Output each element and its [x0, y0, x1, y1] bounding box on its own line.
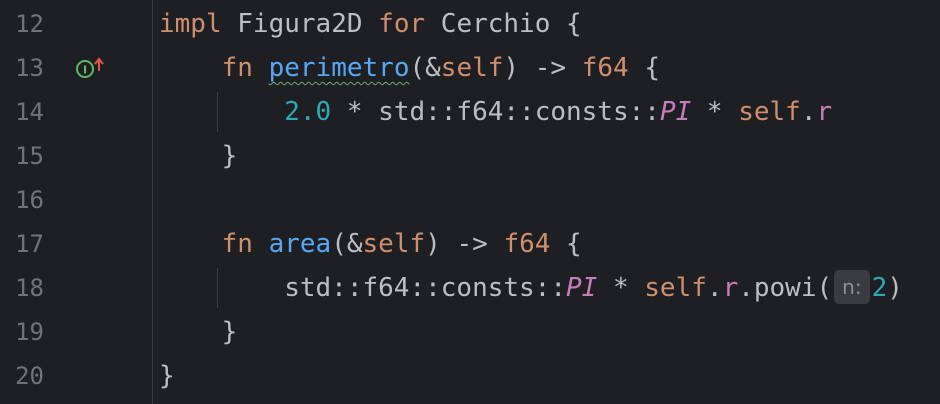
- code-line[interactable]: 16: [0, 178, 940, 222]
- code-token: impl: [159, 9, 222, 39]
- code-token: area: [268, 229, 332, 259]
- line-number: 20: [15, 362, 44, 390]
- code-line[interactable]: 20}: [0, 354, 940, 398]
- code-text[interactable]: }: [159, 134, 238, 178]
- code-text[interactable]: }: [159, 354, 175, 398]
- code-text[interactable]: std::f64::consts::PI * self.r.powi(n: 2): [159, 266, 903, 310]
- code-token: r: [816, 97, 833, 127]
- code-token: ) ->: [503, 53, 582, 83]
- code-token: fn: [221, 53, 253, 83]
- code-text[interactable]: }: [159, 310, 238, 354]
- code-token: 2.0: [284, 97, 332, 127]
- code-line[interactable]: 19 }: [0, 310, 940, 354]
- line-number: 14: [15, 98, 44, 126]
- code-line[interactable]: 17 fn area(&self) -> f64 {: [0, 222, 940, 266]
- code-token: 2: [871, 273, 888, 303]
- code-token: ) ->: [425, 229, 504, 259]
- code-token: * std::f64::consts::: [331, 97, 660, 127]
- line-number: 18: [15, 274, 44, 302]
- code-text[interactable]: fn perimetro(&self) -> f64 {: [159, 46, 660, 90]
- code-token: {: [628, 53, 660, 83]
- code-token: ): [887, 273, 903, 303]
- code-line[interactable]: 13 fn perimetro(&self) -> f64 {: [0, 46, 940, 90]
- code-line[interactable]: 18 std::f64::consts::PI * self.r.powi(n:…: [0, 266, 940, 310]
- code-line[interactable]: 14 2.0 * std::f64::consts::PI * self.r: [0, 90, 940, 134]
- code-token: self: [644, 273, 707, 303]
- code-token: Cerchio {: [425, 9, 582, 39]
- code-token: f64: [503, 229, 551, 259]
- code-token: (&: [409, 53, 441, 83]
- code-text[interactable]: impl Figura2D for Cerchio {: [159, 2, 582, 46]
- code-token: .powi(: [738, 273, 833, 303]
- code-token: r: [722, 273, 739, 303]
- code-token: (&: [331, 229, 363, 259]
- code-token: PI: [659, 97, 692, 127]
- line-number: 15: [15, 142, 44, 170]
- code-token: }: [159, 361, 175, 391]
- code-token: fn: [221, 229, 253, 259]
- line-number: 12: [15, 10, 44, 38]
- code-token: *: [597, 273, 645, 303]
- line-number: 19: [15, 318, 44, 346]
- code-token: {: [550, 229, 582, 259]
- code-token: .: [706, 273, 723, 303]
- code-token: Figura2D: [221, 9, 379, 39]
- code-token: }: [159, 317, 238, 347]
- code-token: self: [440, 53, 504, 83]
- code-token: }: [159, 141, 238, 171]
- line-number: 16: [15, 186, 44, 214]
- code-line[interactable]: 15 }: [0, 134, 940, 178]
- code-line[interactable]: 12 impl Figura2D for Cerchio {: [0, 2, 940, 46]
- line-number: 13: [15, 54, 44, 82]
- code-token: for: [378, 9, 426, 39]
- parameter-hint: n:: [834, 269, 870, 304]
- line-number: 17: [15, 230, 44, 258]
- code-token: std::f64::consts::: [159, 273, 566, 303]
- code-token: *: [691, 97, 739, 127]
- code-token: PI: [566, 273, 598, 303]
- code-token: f64: [581, 53, 629, 83]
- code-text[interactable]: fn area(&self) -> f64 {: [159, 222, 582, 266]
- code-token: .: [800, 97, 817, 127]
- code-editor[interactable]: I 12 impl Figura2D for Cerchio {13 fn per…: [0, 0, 940, 404]
- code-token: self: [362, 229, 426, 259]
- code-token: self: [738, 97, 801, 127]
- code-token: perimetro: [268, 53, 410, 83]
- code-text[interactable]: 2.0 * std::f64::consts::PI * self.r: [159, 90, 832, 134]
